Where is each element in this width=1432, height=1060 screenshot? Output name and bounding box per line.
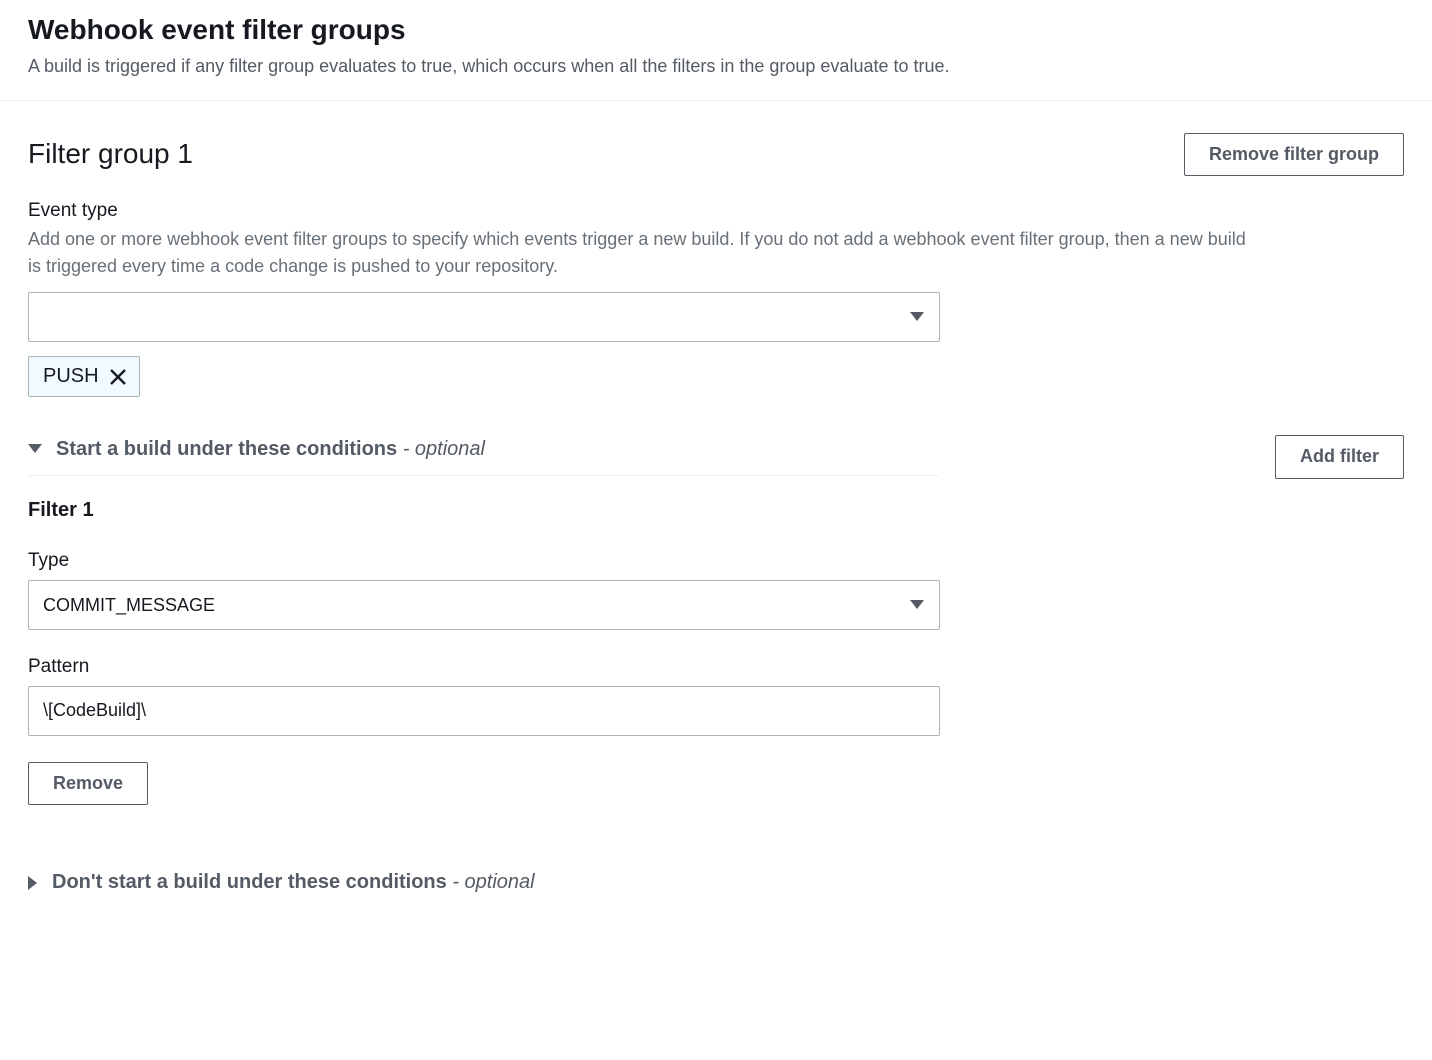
- filter-pattern-input[interactable]: [28, 686, 940, 736]
- start-conditions-header[interactable]: Start a build under these conditions - o…: [28, 438, 938, 476]
- dont-start-conditions-header[interactable]: Don't start a build under these conditio…: [28, 871, 938, 894]
- start-conditions-heading: Start a build under these conditions: [56, 438, 397, 460]
- optional-suffix: - optional: [452, 871, 534, 893]
- filter-group-title: Filter group 1: [28, 138, 193, 170]
- event-type-description: Add one or more webhook event filter gro…: [28, 226, 1258, 280]
- page-subtitle: A build is triggered if any filter group…: [28, 54, 1404, 79]
- filter-title: Filter 1: [28, 499, 940, 522]
- caret-right-icon: [28, 876, 38, 890]
- page-title: Webhook event filter groups: [28, 12, 1404, 48]
- remove-filter-button[interactable]: Remove: [28, 762, 148, 806]
- event-type-token-label: PUSH: [43, 365, 99, 388]
- optional-suffix: - optional: [403, 438, 485, 460]
- filter-type-select[interactable]: COMMIT_MESSAGE: [28, 580, 940, 630]
- event-type-select[interactable]: [28, 292, 940, 342]
- filter-type-label: Type: [28, 550, 940, 572]
- dont-start-conditions-heading: Don't start a build under these conditio…: [52, 871, 447, 893]
- close-icon[interactable]: [109, 368, 127, 386]
- remove-filter-group-button[interactable]: Remove filter group: [1184, 133, 1404, 177]
- add-filter-button[interactable]: Add filter: [1275, 435, 1404, 479]
- event-type-label: Event type: [28, 200, 1258, 222]
- filter-pattern-label: Pattern: [28, 656, 940, 678]
- caret-down-icon: [28, 444, 42, 454]
- event-type-token: PUSH: [28, 356, 140, 397]
- filter-group-container: Filter group 1 Remove filter group Event…: [0, 101, 1432, 895]
